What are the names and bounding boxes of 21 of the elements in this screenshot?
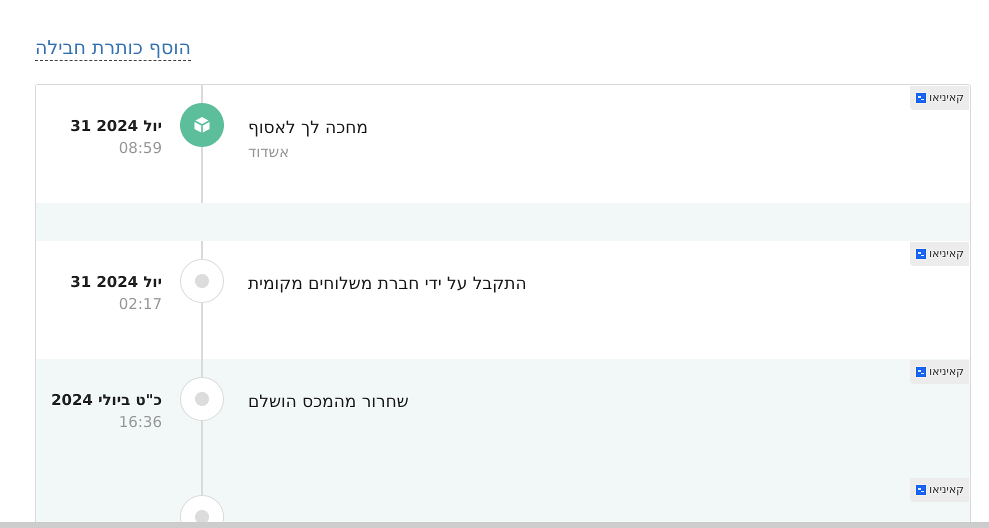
carrier-logo-icon [916,92,926,102]
event-time: 08:59 [118,139,162,157]
event-title: מחכה לך לאסוף [248,118,368,138]
event-title: שחרור מהמכס הושלם [248,392,409,412]
carrier-name: קאיניאו [929,365,964,378]
carrier-name: קאיניאו [929,91,964,104]
event-date: יול 2024 31 [70,273,162,291]
event-time: 02:17 [118,295,162,313]
event-time: 16:36 [118,413,162,431]
add-package-title-link[interactable]: הוסף כותרת חבילה [35,36,191,61]
carrier-name: קאיניאו [929,483,964,496]
cube-icon [192,115,212,135]
event-title: התקבל על ידי חברת משלוחים מקומית [248,274,527,294]
event-date: יול 2024 31 [70,117,162,135]
event-location: אשדוד [248,143,290,161]
carrier-logo-icon [916,248,926,258]
carrier-logo-icon [916,484,926,494]
carrier-name: קאיניאו [929,247,964,260]
event-date: כ"ט ביולי 2024 [51,391,162,409]
carrier-logo-icon [916,366,926,376]
horizontal-scrollbar[interactable] [0,522,989,528]
